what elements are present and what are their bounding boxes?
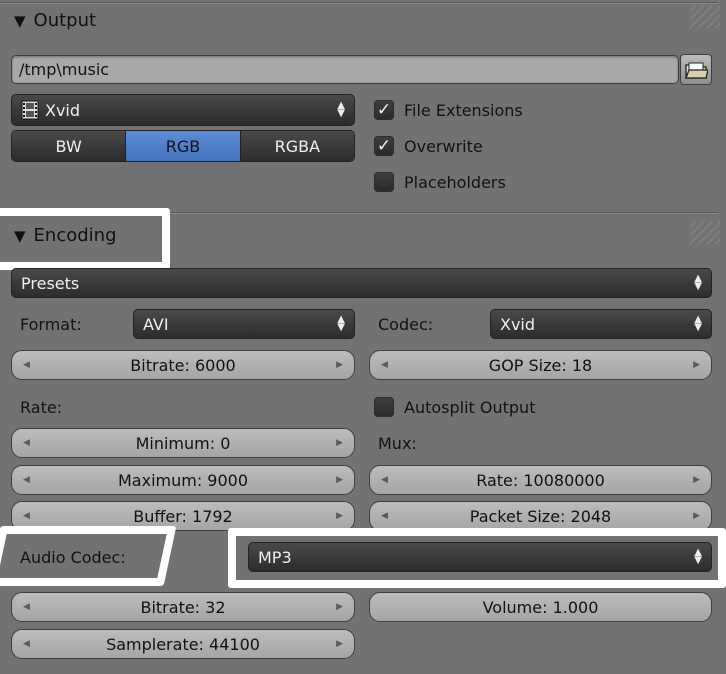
mux-rate-field[interactable]: ◀ Rate: 10080000 ▶	[369, 465, 712, 495]
output-path-value: /tmp\music	[19, 60, 110, 79]
video-codec-value: Xvid	[500, 314, 536, 334]
output-header-label: Output	[33, 10, 97, 31]
overwrite-checkbox-row[interactable]: ✓ Overwrite	[374, 134, 483, 158]
color-mode-selector[interactable]: BW RGB RGBA	[11, 130, 355, 162]
file-format-value: Xvid	[45, 100, 81, 120]
gop-size-value: GOP Size: 18	[488, 355, 593, 375]
increment-arrow-icon[interactable]: ▶	[336, 360, 343, 370]
rate-label: Rate:	[20, 398, 63, 417]
decrement-arrow-icon[interactable]: ◀	[23, 360, 30, 370]
autosplit-checkbox[interactable]	[374, 397, 394, 417]
buffer-value: Buffer: 1792	[133, 506, 233, 526]
updown-arrows-icon: ▲ ▼	[694, 273, 702, 292]
minimum-rate-field[interactable]: ◀ Minimum: 0 ▶	[11, 428, 355, 458]
decrement-arrow-icon[interactable]: ◀	[381, 360, 388, 370]
panel-grip-icon[interactable]	[690, 222, 720, 244]
maximum-rate-value: Maximum: 9000	[117, 470, 249, 490]
decrement-arrow-icon[interactable]: ◀	[23, 438, 30, 448]
browse-folder-button[interactable]	[680, 54, 712, 85]
format-label: Format:	[20, 315, 82, 334]
packet-size-value: Packet Size: 2048	[469, 506, 612, 526]
file-extensions-checkbox-row[interactable]: ✓ File Extensions	[374, 98, 523, 122]
overwrite-checkbox[interactable]: ✓	[374, 136, 394, 156]
decrement-arrow-icon[interactable]: ◀	[23, 639, 30, 649]
increment-arrow-icon[interactable]: ▶	[693, 360, 700, 370]
increment-arrow-icon[interactable]: ▶	[693, 475, 700, 485]
packet-size-field[interactable]: ◀ Packet Size: 2048 ▶	[369, 501, 712, 531]
samplerate-value: Samplerate: 44100	[106, 634, 260, 654]
video-codec-dropdown[interactable]: Xvid ▲ ▼	[490, 309, 712, 339]
output-panel-header[interactable]: ▼ Output	[14, 10, 96, 31]
placeholders-label: Placeholders	[404, 172, 506, 192]
presets-dropdown[interactable]: Presets ▲ ▼	[11, 268, 712, 298]
audio-bitrate-field[interactable]: ◀ Bitrate: 32 ▶	[11, 592, 355, 622]
panel-grip-icon[interactable]	[690, 6, 720, 28]
collapse-triangle-icon[interactable]: ▼	[14, 12, 26, 30]
placeholders-checkbox-row[interactable]: Placeholders	[374, 170, 506, 194]
color-mode-rgba-button[interactable]: RGBA	[240, 131, 354, 161]
increment-arrow-icon[interactable]: ▶	[336, 602, 343, 612]
decrement-arrow-icon[interactable]: ◀	[23, 602, 30, 612]
volume-value: Volume: 1.000	[482, 597, 599, 617]
updown-arrows-icon: ▲ ▼	[337, 314, 345, 333]
video-bitrate-field[interactable]: ◀ Bitrate: 6000 ▶	[11, 350, 355, 380]
output-path-field[interactable]: /tmp\music	[11, 55, 679, 84]
audio-codec-dropdown-highlight	[228, 528, 726, 588]
checkmark-icon: ✓	[376, 135, 392, 156]
decrement-arrow-icon[interactable]: ◀	[23, 511, 30, 521]
encoding-highlight-box	[0, 208, 170, 270]
maximum-rate-field[interactable]: ◀ Maximum: 9000 ▶	[11, 465, 355, 495]
presets-label: Presets	[21, 273, 80, 293]
minimum-rate-value: Minimum: 0	[135, 433, 231, 453]
decrement-arrow-icon[interactable]: ◀	[381, 475, 388, 485]
audio-bitrate-value: Bitrate: 32	[140, 597, 226, 617]
container-format-value: AVI	[143, 314, 169, 334]
mux-rate-value: Rate: 10080000	[476, 470, 605, 490]
increment-arrow-icon[interactable]: ▶	[336, 639, 343, 649]
gop-size-field[interactable]: ◀ GOP Size: 18 ▶	[369, 350, 712, 380]
video-bitrate-value: Bitrate: 6000	[130, 355, 236, 375]
color-mode-bw-button[interactable]: BW	[12, 131, 127, 161]
increment-arrow-icon[interactable]: ▶	[336, 511, 343, 521]
audio-codec-label-highlight	[0, 526, 177, 586]
top-divider	[0, 2, 718, 4]
autosplit-label: Autosplit Output	[404, 397, 536, 417]
codec-label: Codec:	[378, 315, 434, 334]
folder-icon	[685, 62, 708, 79]
file-extensions-label: File Extensions	[404, 100, 523, 120]
decrement-arrow-icon[interactable]: ◀	[381, 511, 388, 521]
overwrite-label: Overwrite	[404, 136, 483, 156]
file-extensions-checkbox[interactable]: ✓	[374, 100, 394, 120]
increment-arrow-icon[interactable]: ▶	[336, 438, 343, 448]
updown-arrows-icon: ▲ ▼	[694, 314, 702, 333]
container-format-dropdown[interactable]: AVI ▲ ▼	[133, 309, 355, 339]
increment-arrow-icon[interactable]: ▶	[336, 475, 343, 485]
updown-arrows-icon: ▲ ▼	[337, 100, 345, 119]
increment-arrow-icon[interactable]: ▶	[693, 511, 700, 521]
checkmark-icon: ✓	[376, 99, 392, 120]
samplerate-field[interactable]: ◀ Samplerate: 44100 ▶	[11, 629, 355, 659]
mux-label: Mux:	[378, 434, 417, 453]
autosplit-checkbox-row[interactable]: Autosplit Output	[374, 395, 535, 419]
volume-slider[interactable]: Volume: 1.000	[369, 592, 712, 622]
film-icon	[21, 100, 39, 120]
color-mode-rgb-button[interactable]: RGB	[126, 131, 241, 161]
placeholders-checkbox[interactable]	[374, 172, 394, 192]
file-format-dropdown[interactable]: Xvid ▲ ▼	[11, 94, 355, 126]
decrement-arrow-icon[interactable]: ◀	[23, 475, 30, 485]
